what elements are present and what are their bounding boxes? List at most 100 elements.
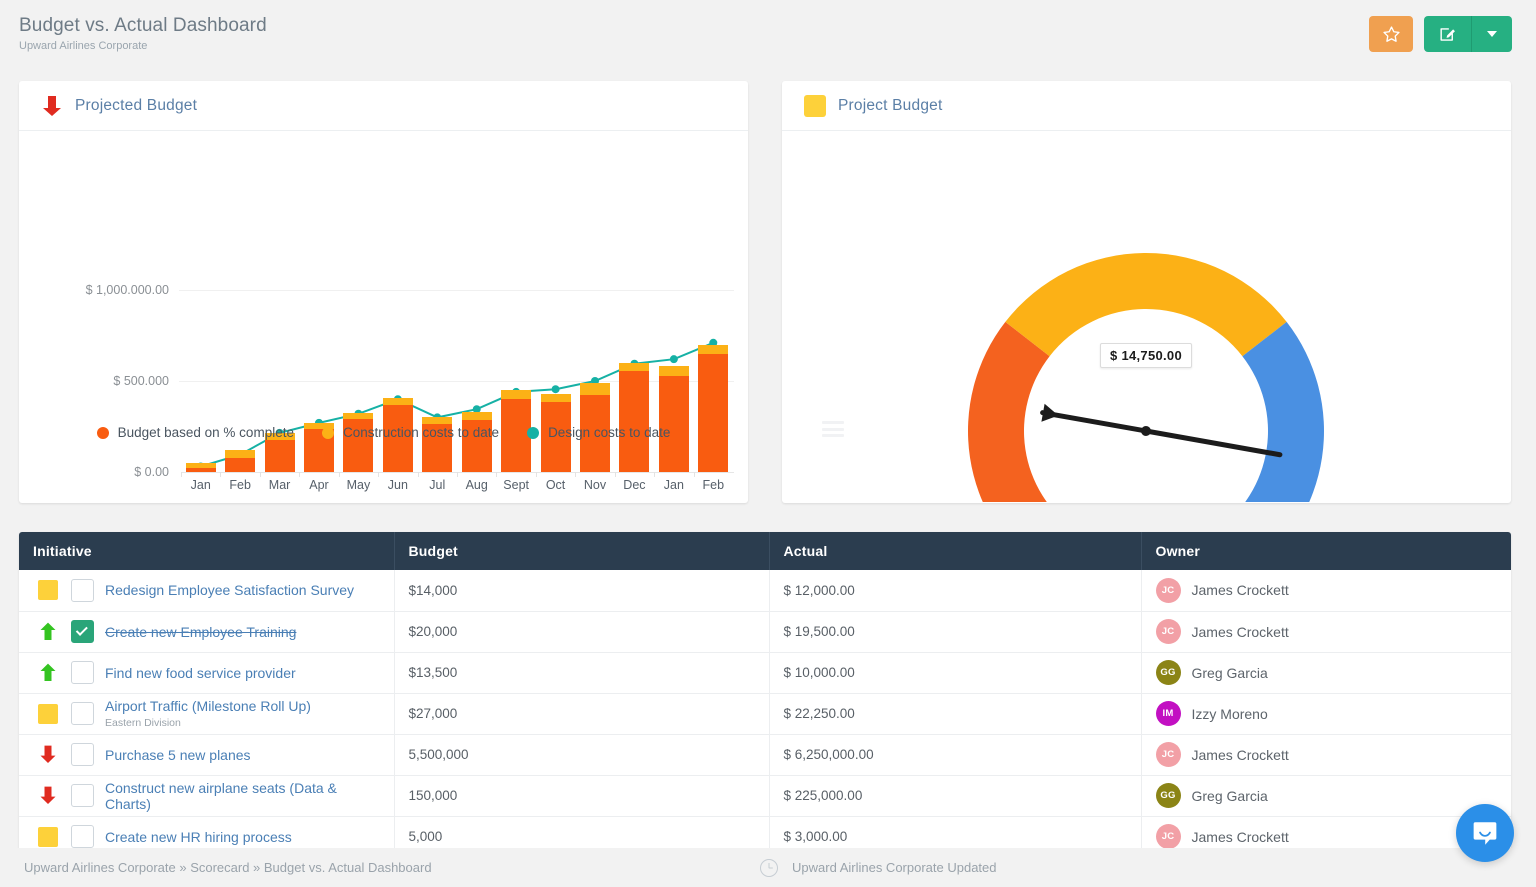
cell-owner: JC James Crockett — [1141, 570, 1511, 612]
initiative-link[interactable]: Construct new airplane seats (Data & Cha… — [105, 780, 380, 812]
cell-budget: $20,000 — [394, 611, 770, 653]
bar-segment-construction — [540, 393, 571, 402]
bar-segment-budget — [185, 468, 216, 472]
chart-bar[interactable] — [343, 412, 374, 472]
table-row[interactable]: Construct new airplane seats (Data & Cha… — [19, 775, 1511, 817]
chart-bar[interactable] — [225, 450, 256, 472]
check-icon — [75, 623, 88, 636]
edit-button[interactable] — [1424, 16, 1472, 52]
initiative-text-block: Create new HR hiring process — [105, 829, 292, 845]
project-budget-header: Project Budget — [782, 81, 1511, 131]
table-row[interactable]: Airport Traffic (Milestone Roll Up) East… — [19, 693, 1511, 735]
owner-name: James Crockett — [1191, 828, 1289, 845]
row-checkbox[interactable] — [71, 620, 94, 643]
y-axis-tick-label: $ 1,000.000.00 — [85, 283, 169, 297]
legend-color-dot — [527, 426, 540, 439]
chevron-down-icon — [1487, 31, 1497, 37]
initiatives-table-container: Initiative Budget Actual Owner Redesign … — [19, 532, 1511, 848]
initiative-link[interactable]: Find new food service provider — [105, 665, 296, 681]
legend-item[interactable]: Budget based on % complete — [96, 425, 294, 440]
bar-segment-construction — [580, 382, 610, 395]
initiative-link[interactable]: Redesign Employee Satisfaction Survey — [105, 582, 354, 598]
owner-cell: IM Izzy Moreno — [1155, 701, 1498, 726]
page-footer: Upward Airlines Corporate » Scorecard » … — [0, 848, 1536, 887]
initiative-link[interactable]: Create new HR hiring process — [105, 829, 292, 845]
row-checkbox[interactable] — [71, 784, 94, 807]
initiative-cell: Airport Traffic (Milestone Roll Up) East… — [33, 698, 380, 730]
initiative-cell: Construct new airplane seats (Data & Cha… — [33, 780, 380, 812]
avatar[interactable]: JC — [1155, 577, 1181, 603]
initiative-link[interactable]: Airport Traffic (Milestone Roll Up) — [105, 698, 311, 714]
owner-name: Greg Garcia — [1191, 787, 1268, 804]
chart-plot-area — [181, 131, 733, 472]
column-header-budget[interactable]: Budget — [394, 532, 770, 570]
column-header-initiative[interactable]: Initiative — [19, 532, 395, 570]
table-row[interactable]: Find new food service provider $13,500 $… — [19, 652, 1511, 694]
bar-segment-budget — [698, 353, 729, 472]
breadcrumb[interactable]: Upward Airlines Corporate » Scorecard » … — [24, 860, 432, 875]
column-header-owner[interactable]: Owner — [1141, 532, 1511, 570]
square-yellow-icon — [38, 826, 58, 847]
status-indicator-icon — [36, 744, 60, 765]
initiative-link[interactable]: Purchase 5 new planes — [105, 747, 251, 763]
cell-budget: 5,500,000 — [394, 734, 770, 776]
chart-bar[interactable] — [619, 362, 650, 472]
row-checkbox[interactable] — [71, 661, 94, 684]
intercom-chat-launcher[interactable] — [1456, 804, 1514, 862]
cell-budget: 150,000 — [394, 775, 770, 817]
avatar[interactable]: GG — [1155, 660, 1181, 685]
legend-item[interactable]: Construction costs to date — [321, 425, 499, 440]
cell-initiative: Create new Employee Training — [19, 611, 395, 653]
row-checkbox[interactable] — [71, 578, 94, 602]
chart-bar[interactable] — [461, 411, 492, 472]
avatar[interactable]: JC — [1155, 824, 1181, 848]
avatar[interactable]: IM — [1155, 701, 1181, 726]
x-axis-tick — [496, 472, 498, 477]
table-row[interactable]: Purchase 5 new planes 5,500,000 $ 6,250,… — [19, 734, 1511, 776]
chart-bar[interactable] — [658, 366, 689, 472]
edit-dropdown-button[interactable] — [1472, 16, 1512, 52]
table-header-row: Initiative Budget Actual Owner — [19, 532, 1511, 570]
gauge-value-label: $ 14,750.00 — [1100, 343, 1192, 368]
row-checkbox[interactable] — [71, 825, 94, 848]
project-budget-panel: Project Budget $ 14,750.00 — [782, 81, 1511, 503]
footer-status: Upward Airlines Corporate Updated — [760, 858, 997, 877]
gauge-svg — [968, 253, 1324, 502]
row-checkbox[interactable] — [71, 702, 94, 725]
owner-name: James Crockett — [1191, 582, 1289, 599]
x-axis-tick — [654, 472, 656, 477]
x-axis-tick — [535, 472, 537, 477]
column-header-actual[interactable]: Actual — [769, 532, 1142, 570]
x-axis-tick — [614, 472, 616, 477]
owner-cell: JC James Crockett — [1155, 619, 1498, 644]
initiative-link[interactable]: Create new Employee Training — [105, 624, 296, 640]
owner-name: James Crockett — [1191, 623, 1289, 640]
owner-cell: GG Greg Garcia — [1155, 660, 1498, 685]
table-row[interactable]: Redesign Employee Satisfaction Survey $1… — [19, 570, 1511, 612]
cell-owner: IM Izzy Moreno — [1141, 693, 1511, 735]
legend-item[interactable]: Design costs to date — [527, 425, 670, 440]
initiative-text-block: Find new food service provider — [105, 665, 296, 681]
chart-legend: Budget based on % complete Construction c… — [19, 425, 748, 440]
avatar[interactable]: JC — [1155, 619, 1181, 644]
owner-name: James Crockett — [1191, 746, 1289, 763]
chart-bar[interactable] — [698, 344, 729, 472]
projected-budget-title: Projected Budget — [75, 96, 198, 114]
gauge-menu-icon[interactable] — [822, 421, 844, 437]
avatar[interactable]: JC — [1155, 742, 1181, 767]
chart-bar[interactable] — [185, 462, 216, 472]
cell-initiative: Find new food service provider — [19, 652, 395, 694]
cell-owner: JC James Crockett — [1141, 734, 1511, 776]
table-row[interactable]: Create new HR hiring process 5,000 $ 3,0… — [19, 816, 1511, 848]
avatar[interactable]: GG — [1155, 783, 1181, 808]
table-row[interactable]: Create new Employee Training $20,000 $ 1… — [19, 611, 1511, 653]
status-indicator-icon — [36, 703, 60, 724]
favorite-star-button[interactable] — [1369, 16, 1413, 52]
status-indicator-icon — [36, 580, 60, 601]
page-title: Budget vs. Actual Dashboard — [19, 15, 267, 36]
cell-budget: 5,000 — [394, 816, 770, 848]
row-checkbox[interactable] — [71, 743, 94, 766]
cell-owner: JC James Crockett — [1141, 611, 1511, 653]
y-axis-tick-label: $ 500.000 — [113, 374, 169, 388]
initiative-cell: Purchase 5 new planes — [33, 743, 380, 766]
